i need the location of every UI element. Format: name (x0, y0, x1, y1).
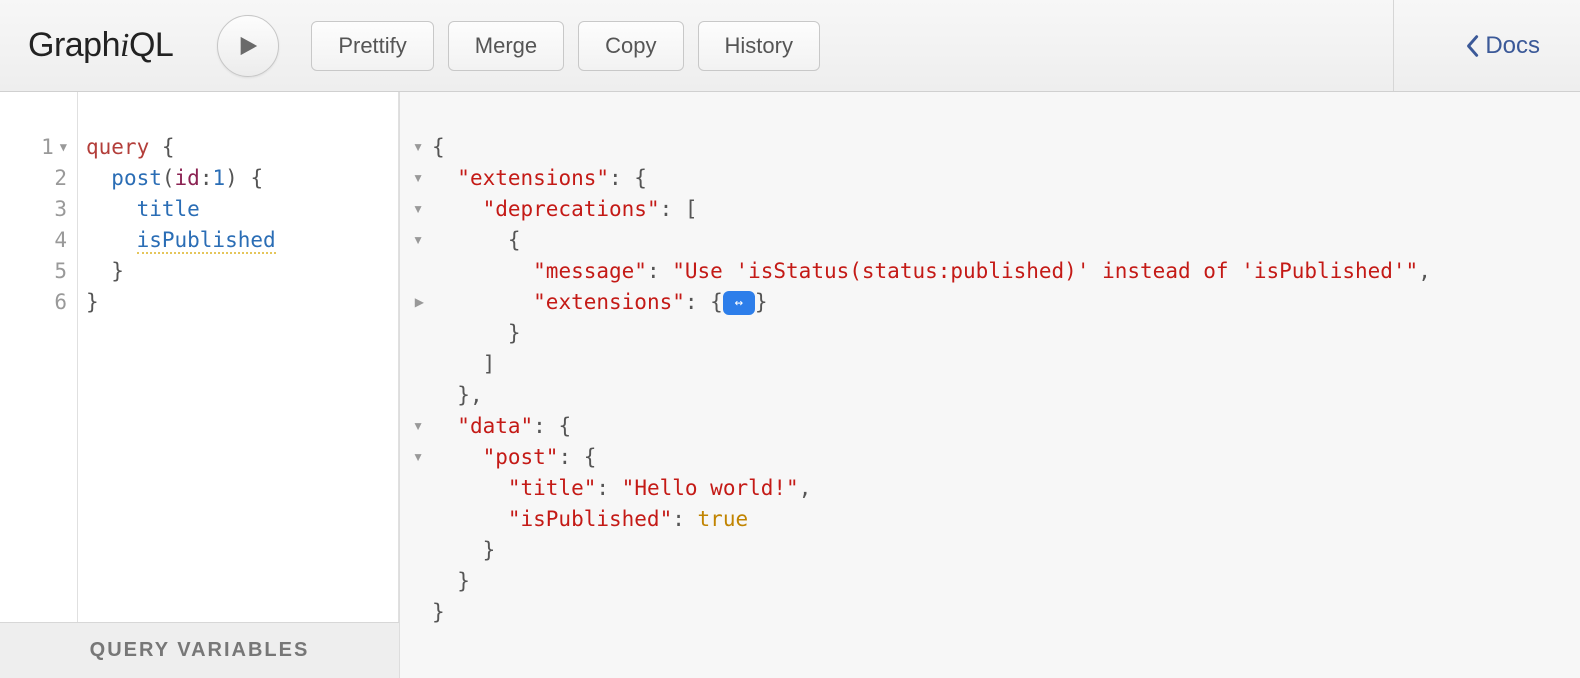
result-json[interactable]: { "extensions": { "deprecations": [ { "m… (428, 92, 1580, 678)
app-logo: GraphiQL (28, 26, 173, 65)
prettify-button[interactable]: Prettify (311, 21, 433, 71)
history-button[interactable]: History (698, 21, 820, 71)
query-code[interactable]: query { post(id:1) { title isPublished }… (78, 92, 398, 622)
docs-toggle[interactable]: Docs (1453, 24, 1552, 68)
deprecated-field: isPublished (137, 228, 276, 254)
result-fold-gutter: ▼▼▼▼▶▼▼ (400, 92, 428, 678)
line-gutter: 1▼ 2 3 4 5 6 (0, 92, 78, 622)
execute-button[interactable] (217, 15, 279, 77)
play-icon (237, 33, 259, 59)
copy-button[interactable]: Copy (578, 21, 683, 71)
divider (1393, 0, 1394, 91)
expand-collapsed-icon[interactable]: ↔ (723, 291, 755, 315)
merge-button[interactable]: Merge (448, 21, 564, 71)
query-editor[interactable]: 1▼ 2 3 4 5 6 query { post(id:1) { title … (0, 92, 399, 622)
toolbar: GraphiQL Prettify Merge Copy History Doc… (0, 0, 1580, 92)
result-pane: ▼▼▼▼▶▼▼ { "extensions": { "deprecations"… (400, 92, 1580, 678)
docs-label: Docs (1485, 32, 1540, 60)
chevron-left-icon (1465, 34, 1479, 58)
query-variables-label: Query Variables (90, 639, 310, 662)
main-area: 1▼ 2 3 4 5 6 query { post(id:1) { title … (0, 92, 1580, 678)
query-variables-bar[interactable]: Query Variables (0, 622, 399, 678)
query-editor-pane: 1▼ 2 3 4 5 6 query { post(id:1) { title … (0, 92, 400, 678)
